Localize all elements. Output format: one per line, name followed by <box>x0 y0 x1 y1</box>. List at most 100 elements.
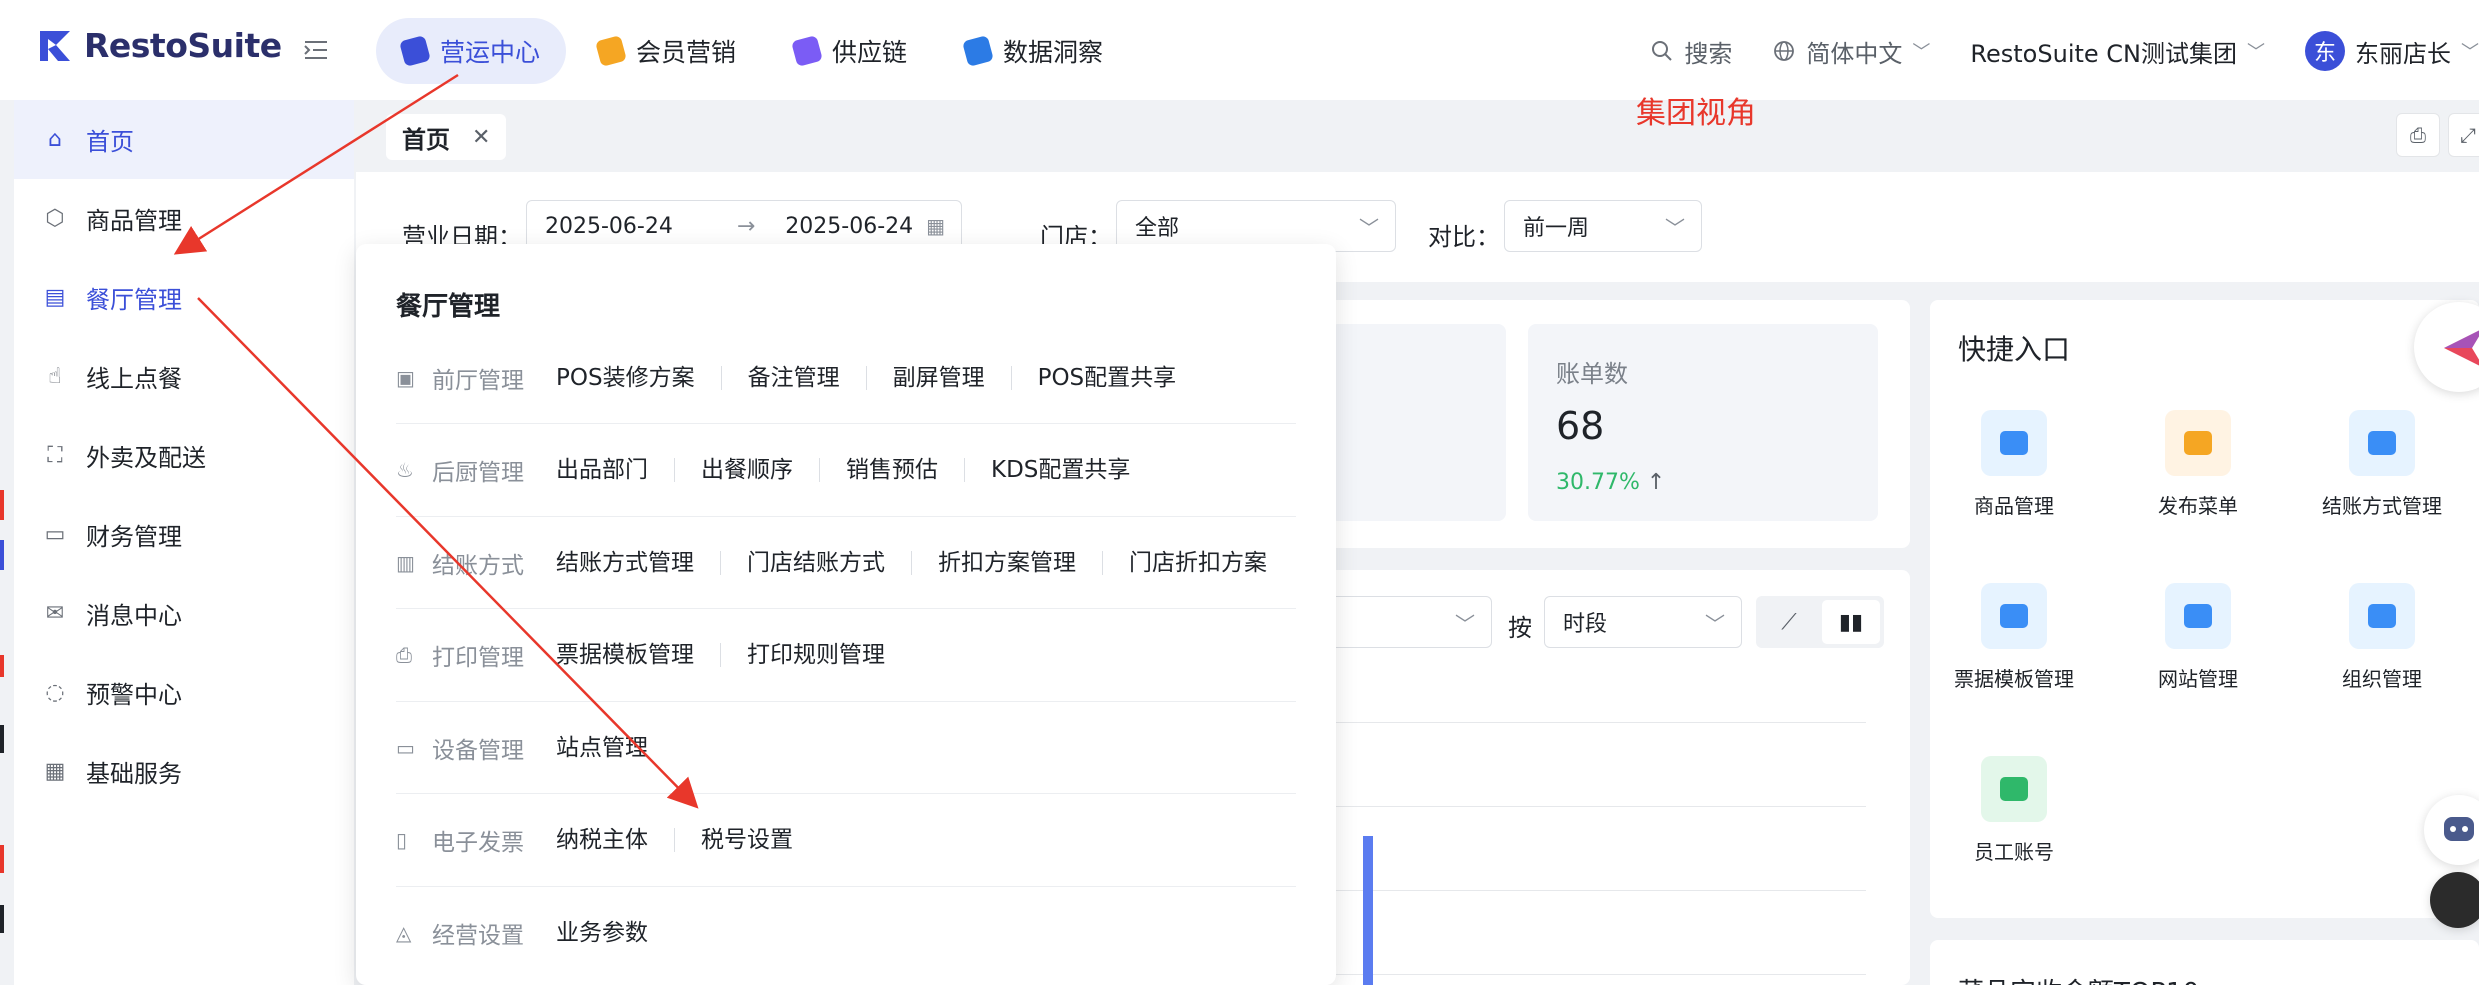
menu-collapse-icon[interactable] <box>302 36 330 64</box>
language-select[interactable]: 简体中文 ﹀ <box>1772 34 1930 69</box>
gridline <box>1336 974 1866 975</box>
search-button[interactable]: 搜索 <box>1650 34 1732 69</box>
quick-entry-label: 结账方式管理 <box>2322 494 2442 518</box>
compare-label: 对比： <box>1428 223 1500 251</box>
mega-menu-link[interactable]: 纳税主体 <box>556 828 674 852</box>
mega-menu-link[interactable]: KDS配置共享 <box>964 458 1156 482</box>
chevron-down-icon: ﹀ <box>1359 215 1379 240</box>
bar-chart-icon[interactable]: ▮▮ <box>1822 600 1880 644</box>
chevron-down-icon: ﹀ <box>2461 42 2479 63</box>
annotation-group-view: 集团视角 <box>1636 96 1756 131</box>
mega-menu-link[interactable]: POS配置共享 <box>1010 365 1203 390</box>
logo[interactable]: RestoSuite <box>36 26 282 65</box>
nav-tab-2[interactable]: 供应链 <box>768 18 933 84</box>
robot-icon[interactable] <box>2424 795 2479 865</box>
print-icon[interactable]: ⎙ <box>2396 113 2440 157</box>
mega-menu-category-label: 后厨管理 <box>432 460 524 486</box>
mega-menu-link[interactable]: 副屏管理 <box>865 365 1011 390</box>
bag-icon: ⛶ <box>47 443 63 468</box>
sidebar-item-5[interactable]: ▭ 财务管理 <box>14 495 354 574</box>
quick-entry-label: 网站管理 <box>2158 667 2238 691</box>
sidebar-item-2[interactable]: ▤ 餐厅管理 <box>14 258 354 337</box>
quick-entry-3[interactable]: 票据模板管理 <box>1924 583 2104 692</box>
nav-tab-0[interactable]: 营运中心 <box>376 18 567 84</box>
top-bar: RestoSuite 营运中心 会员营销 供应链 数据洞察 搜索 简体中文 ﹀ Res… <box>0 0 2479 100</box>
logo-icon <box>40 30 70 61</box>
period-select[interactable]: 时段 ﹀ <box>1544 596 1742 648</box>
mega-menu-link[interactable]: 打印规则管理 <box>720 643 911 667</box>
sidebar-item-6[interactable]: ✉ 消息中心 <box>14 574 354 653</box>
gridline <box>1336 890 1866 891</box>
stat-card-bills[interactable]: 账单数 68 30.77% ↑ <box>1528 324 1878 521</box>
quick-entry-1[interactable]: 发布菜单 <box>2108 410 2288 519</box>
mega-menu-link[interactable]: 门店结账方式 <box>720 550 911 575</box>
fullscreen-icon[interactable]: ⤢ <box>2448 113 2479 157</box>
module-icon <box>399 35 431 67</box>
sidebar-item-4[interactable]: ⛶ 外卖及配送 <box>14 416 354 495</box>
quick-entry-2[interactable]: 结账方式管理 <box>2292 410 2472 519</box>
agent-avatar-icon[interactable] <box>2430 872 2479 928</box>
restaurant-mega-menu: 餐厅管理 ▣ 前厅管理 POS装修方案 备注管理 副屏管理 POS配置共享 ♨ 后厨管理 出品部… <box>356 244 1336 985</box>
user-menu[interactable]: 东 东丽店长 ﹀ <box>2305 31 2479 71</box>
mega-menu-link[interactable]: 业务参数 <box>556 921 674 945</box>
mega-menu-link[interactable]: 销售预估 <box>819 458 964 482</box>
nav-tab-label: 会员营销 <box>636 38 737 67</box>
tap-icon <box>2165 410 2231 476</box>
compare-value: 前一周 <box>1523 216 1590 241</box>
mega-menu-link[interactable]: 备注管理 <box>720 365 866 390</box>
mega-menu-link[interactable]: 结账方式管理 <box>556 551 720 575</box>
sidebar-item-label: 基础服务 <box>86 760 182 788</box>
mega-menu-links: POS装修方案 备注管理 副屏管理 POS配置共享 <box>556 365 1203 390</box>
quick-entry-5[interactable]: 组织管理 <box>2292 583 2472 692</box>
mega-menu-link[interactable]: 站点管理 <box>556 736 674 760</box>
grid-icon: ▦ <box>44 759 66 784</box>
tab-home[interactable]: 首页 ✕ <box>386 114 507 160</box>
page-tabs-bar: 首页 ✕ <box>356 100 2479 170</box>
quick-entry-0[interactable]: 商品管理 <box>1924 410 2104 519</box>
nav-tab-1[interactable]: 会员营销 <box>572 18 762 84</box>
quick-entry-label: 票据模板管理 <box>1954 667 2074 691</box>
cubes-icon <box>1981 410 2047 476</box>
quick-entry-4[interactable]: 网站管理 <box>2108 583 2288 692</box>
globe-icon <box>1774 41 1795 61</box>
chevron-down-icon: ﹀ <box>1665 215 1685 240</box>
mega-menu-category-label: 设备管理 <box>432 737 524 764</box>
chart-type-toggle: ⟋ ▮▮ <box>1756 596 1884 648</box>
sidebar-item-0[interactable]: ⌂ 首页 <box>14 100 354 179</box>
mega-menu-link[interactable]: 出餐顺序 <box>674 458 819 482</box>
mega-menu-row: ▥ 结账方式 结账方式管理 门店结账方式 折扣方案管理 门店折扣方案 <box>396 517 1296 609</box>
edge-mark <box>0 725 4 753</box>
nav-tab-3[interactable]: 数据洞察 <box>939 18 1129 84</box>
org-select[interactable]: RestoSuite CN测试集团 ﹀ <box>1970 34 2265 69</box>
mega-menu-link[interactable]: 门店折扣方案 <box>1102 550 1293 575</box>
sidebar-item-label: 商品管理 <box>86 207 182 235</box>
mega-menu-link[interactable]: 出品部门 <box>556 458 674 482</box>
mega-menu-link[interactable]: POS装修方案 <box>556 366 721 390</box>
quick-entry-6[interactable]: 员工账号 <box>1924 756 2104 865</box>
mega-menu-row: ▣ 前厅管理 POS装修方案 备注管理 副屏管理 POS配置共享 <box>396 332 1296 424</box>
close-icon[interactable]: ✕ <box>472 125 490 150</box>
device-icon: ▭ <box>396 735 415 760</box>
settings-icon: ◬ <box>396 921 412 945</box>
ticket-icon <box>1981 583 2047 649</box>
line-chart-icon[interactable]: ⟋ <box>1760 600 1818 644</box>
invoice-icon: ▯ <box>396 828 408 852</box>
date-end: 2025-06-24 <box>785 213 914 239</box>
mega-menu-link[interactable]: 税号设置 <box>674 828 819 852</box>
top-right-tools: 搜索 简体中文 ﹀ RestoSuite CN测试集团 ﹀ 东 东丽店长 ﹀ <box>1650 28 2479 74</box>
sidebar-item-3[interactable]: ☝ 线上点餐 <box>14 337 354 416</box>
mega-menu-link[interactable]: 票据模板管理 <box>556 643 720 667</box>
assistant-launcher[interactable] <box>2414 302 2479 392</box>
mega-menu-links: 业务参数 <box>556 921 674 945</box>
mega-menu-row: ♨ 后厨管理 出品部门 出餐顺序 销售预估 KDS配置共享 <box>396 425 1296 517</box>
sidebar: ⌂ 首页 ⬡ 商品管理 ▤ 餐厅管理 ☝ 线上点餐 ⛶ 外卖及配送 ▭ 财务管理 ✉ 消息中心 ◌ 预警中心 ▦… <box>14 100 354 985</box>
edge-mark <box>0 905 4 933</box>
chevron-down-icon: ﹀ <box>1455 611 1475 636</box>
compare-select[interactable]: 前一周 ﹀ <box>1504 200 1702 252</box>
sidebar-item-7[interactable]: ◌ 预警中心 <box>14 653 354 732</box>
sidebar-item-1[interactable]: ⬡ 商品管理 <box>14 179 354 258</box>
sidebar-item-label: 餐厅管理 <box>86 286 182 314</box>
main-nav: 营运中心 会员营销 供应链 数据洞察 <box>376 18 1129 84</box>
mega-menu-link[interactable]: 折扣方案管理 <box>911 550 1102 575</box>
sidebar-item-8[interactable]: ▦ 基础服务 <box>14 732 354 811</box>
